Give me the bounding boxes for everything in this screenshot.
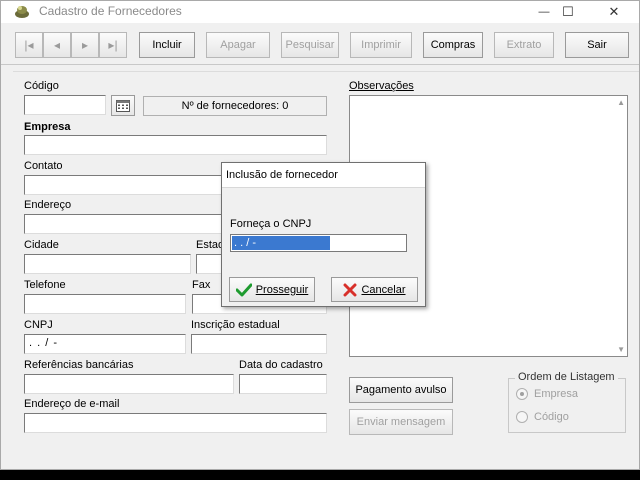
sair-button[interactable]: Sair [565,32,629,58]
next-record-icon: ▸ [81,38,89,52]
data-cadastro-input[interactable] [239,374,327,394]
enviar-mensagem-label: Enviar mensagem [356,416,446,428]
cidade-label: Cidade [24,239,59,251]
maximize-icon: ☐ [562,4,574,19]
endereco-label: Endereço [24,199,72,211]
calendar-button[interactable] [111,95,135,116]
scroll-up-icon[interactable]: ▲ [617,98,625,107]
empresa-input[interactable] [24,135,327,155]
cidade-input[interactable] [24,254,191,274]
apagar-button[interactable]: Apagar [206,32,270,58]
ordem-listagem-title: Ordem de Listagem [515,371,618,383]
incluir-label: Incluir [152,39,182,51]
toolbar: |◂ ◂ ▸ ▸| Incluir Apagar Pesquisar Impri… [1,23,639,65]
main-window: Cadastro de Fornecedores — ☐ ✕ |◂ ◂ ▸ ▸|… [0,0,640,470]
last-record-button[interactable]: ▸| [99,32,127,58]
extrato-label: Extrato [506,39,542,51]
codigo-input[interactable] [24,95,106,115]
pagamento-avulso-label: Pagamento avulso [355,384,447,396]
radio-empresa-label: Empresa [534,388,579,400]
dialog-separator [222,187,425,188]
cancelar-label: Cancelar [361,283,406,296]
referencias-input[interactable] [24,374,234,394]
calendar-icon [116,99,130,112]
prev-record-icon: ◂ [53,38,61,52]
email-label: Endereço de e-mail [24,398,120,410]
prosseguir-button[interactable]: Prosseguir [229,277,315,302]
next-record-button[interactable]: ▸ [71,32,99,58]
cnpj-label: CNPJ [24,319,53,331]
telefone-input[interactable] [24,294,186,314]
cnpj-prompt-label: Forneça o CNPJ [230,218,312,230]
ordem-listagem-group [508,378,626,433]
empresa-label: Empresa [24,121,71,133]
radio-codigo-label: Código [534,411,569,423]
pagamento-avulso-button[interactable]: Pagamento avulso [349,377,453,403]
inclusao-dialog: Inclusão de fornecedor Forneça o CNPJ . … [221,162,426,307]
compras-label: Compras [430,39,476,51]
enviar-mensagem-button[interactable]: Enviar mensagem [349,409,453,435]
contato-label: Contato [24,160,63,172]
data-cadastro-label: Data do cadastro [239,359,323,371]
telefone-label: Telefone [24,279,66,291]
fax-label: Fax [192,279,211,291]
dialog-title: Inclusão de fornecedor [222,163,425,187]
referencias-label: Referências bancárias [24,359,134,371]
pesquisar-button[interactable]: Pesquisar [281,32,339,58]
radio-codigo[interactable] [516,411,528,423]
window-title: Cadastro de Fornecedores [39,4,182,18]
imprimir-button[interactable]: Imprimir [350,32,412,58]
sair-label: Sair [587,39,607,51]
pesquisar-label: Pesquisar [285,39,335,51]
supplier-count: Nº de fornecedores: 0 [143,96,327,116]
first-record-button[interactable]: |◂ [15,32,43,58]
cancelar-button[interactable]: Cancelar [331,277,418,302]
radio-empresa[interactable] [516,388,528,400]
prev-record-button[interactable]: ◂ [43,32,71,58]
codigo-label: Código [24,80,59,92]
prosseguir-label: Prosseguir [255,283,309,296]
imprimir-label: Imprimir [361,39,401,51]
observacoes-label: Observações [349,80,414,92]
last-record-icon: ▸| [108,38,118,52]
compras-button[interactable]: Compras [423,32,483,58]
dialog-cnpj-selection: . . / - [232,236,330,250]
inscricao-label: Inscrição estadual [191,319,280,331]
bottom-strip [0,470,640,480]
apagar-label: Apagar [220,39,256,51]
close-icon: ✕ [608,4,620,19]
extrato-button[interactable]: Extrato [494,32,554,58]
title-bar[interactable]: Cadastro de Fornecedores — ☐ ✕ [1,1,639,23]
close-button[interactable]: ✕ [591,1,637,23]
first-record-icon: |◂ [24,38,34,52]
maximize-button[interactable]: ☐ [545,1,591,23]
dialog-cnpj-input[interactable]: . . / - [230,234,407,252]
scroll-down-icon[interactable]: ▼ [617,345,625,354]
check-icon [235,283,252,296]
inscricao-input[interactable] [191,334,327,354]
cancel-x-icon [343,283,357,296]
estado-label: Estad [196,239,225,251]
app-icon [15,6,29,18]
email-input[interactable] [24,413,327,433]
cnpj-input[interactable]: . . / - [24,334,186,354]
incluir-button[interactable]: Incluir [139,32,195,58]
